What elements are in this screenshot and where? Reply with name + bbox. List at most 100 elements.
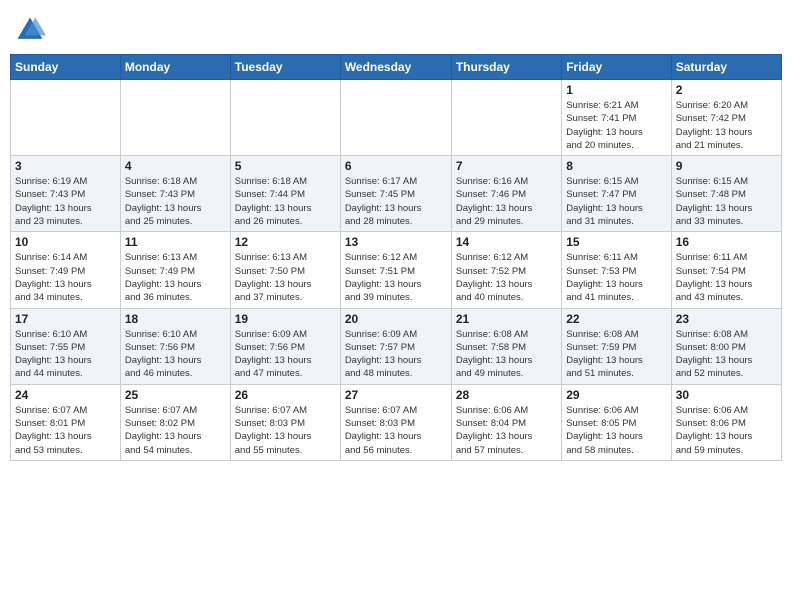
calendar-table: SundayMondayTuesdayWednesdayThursdayFrid… bbox=[10, 54, 782, 461]
day-number: 14 bbox=[456, 235, 557, 249]
calendar-cell: 20Sunrise: 6:09 AM Sunset: 7:57 PM Dayli… bbox=[340, 308, 451, 384]
calendar-cell bbox=[11, 80, 121, 156]
day-info: Sunrise: 6:11 AM Sunset: 7:54 PM Dayligh… bbox=[676, 251, 777, 304]
day-number: 27 bbox=[345, 388, 447, 402]
calendar-cell: 23 Sunrise: 6:08 AM Sunset: 8:00 PM Dayli… bbox=[671, 308, 781, 384]
day-number: 15 bbox=[566, 235, 666, 249]
day-info: Sunrise: 6:08 AM Sunset: 8:00 PM Dayligh… bbox=[676, 328, 777, 381]
day-info: Sunrise: 6:06 AM Sunset: 8:05 PM Dayligh… bbox=[566, 404, 666, 457]
day-number: 6 bbox=[345, 159, 447, 173]
day-number: 7 bbox=[456, 159, 557, 173]
calendar-cell bbox=[230, 80, 340, 156]
day-number: 23 bbox=[676, 312, 777, 326]
day-info: Sunrise: 6:19 AM Sunset: 7:43 PM Dayligh… bbox=[15, 175, 116, 228]
day-info: Sunrise: 6:13 AM Sunset: 7:49 PM Dayligh… bbox=[125, 251, 226, 304]
day-info: Sunrise: 6:07 AM Sunset: 8:01 PM Dayligh… bbox=[15, 404, 116, 457]
calendar-cell: 30 Sunrise: 6:06 AM Sunset: 8:06 PM Dayli… bbox=[671, 384, 781, 460]
calendar-cell: 16 Sunrise: 6:11 AM Sunset: 7:54 PM Dayli… bbox=[671, 232, 781, 308]
weekday-header-monday: Monday bbox=[120, 55, 230, 80]
day-number: 11 bbox=[125, 235, 226, 249]
weekday-header-sunday: Sunday bbox=[11, 55, 121, 80]
calendar-cell: 1Sunrise: 6:21 AM Sunset: 7:41 PM Daylig… bbox=[562, 80, 671, 156]
calendar-cell: 3Sunrise: 6:19 AM Sunset: 7:43 PM Daylig… bbox=[11, 156, 121, 232]
day-number: 2 bbox=[676, 83, 777, 97]
day-info: Sunrise: 6:16 AM Sunset: 7:46 PM Dayligh… bbox=[456, 175, 557, 228]
calendar-cell: 25Sunrise: 6:07 AM Sunset: 8:02 PM Dayli… bbox=[120, 384, 230, 460]
day-number: 24 bbox=[15, 388, 116, 402]
day-number: 9 bbox=[676, 159, 777, 173]
weekday-header-row: SundayMondayTuesdayWednesdayThursdayFrid… bbox=[11, 55, 782, 80]
day-number: 19 bbox=[235, 312, 336, 326]
calendar-cell: 19 Sunrise: 6:09 AM Sunset: 7:56 PM Dayli… bbox=[230, 308, 340, 384]
day-info: Sunrise: 6:06 AM Sunset: 8:06 PM Dayligh… bbox=[676, 404, 777, 457]
day-number: 30 bbox=[676, 388, 777, 402]
weekday-header-wednesday: Wednesday bbox=[340, 55, 451, 80]
calendar-cell: 8 Sunrise: 6:15 AM Sunset: 7:47 PM Daylig… bbox=[562, 156, 671, 232]
day-info: Sunrise: 6:08 AM Sunset: 7:58 PM Dayligh… bbox=[456, 328, 557, 381]
day-info: Sunrise: 6:11 AM Sunset: 7:53 PM Dayligh… bbox=[566, 251, 666, 304]
day-info: Sunrise: 6:15 AM Sunset: 7:48 PM Dayligh… bbox=[676, 175, 777, 228]
day-number: 18 bbox=[125, 312, 226, 326]
calendar-cell: 15 Sunrise: 6:11 AM Sunset: 7:53 PM Dayli… bbox=[562, 232, 671, 308]
calendar-cell: 12 Sunrise: 6:13 AM Sunset: 7:50 PM Dayli… bbox=[230, 232, 340, 308]
day-number: 25 bbox=[125, 388, 226, 402]
day-info: Sunrise: 6:12 AM Sunset: 7:51 PM Dayligh… bbox=[345, 251, 447, 304]
calendar-week-5: 24 Sunrise: 6:07 AM Sunset: 8:01 PM Dayli… bbox=[11, 384, 782, 460]
day-info: Sunrise: 6:17 AM Sunset: 7:45 PM Dayligh… bbox=[345, 175, 447, 228]
day-number: 16 bbox=[676, 235, 777, 249]
day-number: 12 bbox=[235, 235, 336, 249]
day-info: Sunrise: 6:07 AM Sunset: 8:03 PM Dayligh… bbox=[345, 404, 447, 457]
day-number: 28 bbox=[456, 388, 557, 402]
day-info: Sunrise: 6:21 AM Sunset: 7:41 PM Dayligh… bbox=[566, 99, 666, 152]
day-number: 21 bbox=[456, 312, 557, 326]
day-info: Sunrise: 6:18 AM Sunset: 7:44 PM Dayligh… bbox=[235, 175, 336, 228]
day-number: 5 bbox=[235, 159, 336, 173]
calendar-cell: 27 Sunrise: 6:07 AM Sunset: 8:03 PM Dayli… bbox=[340, 384, 451, 460]
day-number: 29 bbox=[566, 388, 666, 402]
page-header bbox=[10, 10, 782, 46]
calendar-cell: 9 Sunrise: 6:15 AM Sunset: 7:48 PM Daylig… bbox=[671, 156, 781, 232]
calendar-cell: 6 Sunrise: 6:17 AM Sunset: 7:45 PM Daylig… bbox=[340, 156, 451, 232]
calendar-cell: 24 Sunrise: 6:07 AM Sunset: 8:01 PM Dayli… bbox=[11, 384, 121, 460]
calendar-cell: 22 Sunrise: 6:08 AM Sunset: 7:59 PM Dayli… bbox=[562, 308, 671, 384]
calendar-week-3: 10 Sunrise: 6:14 AM Sunset: 7:49 PM Dayli… bbox=[11, 232, 782, 308]
weekday-header-friday: Friday bbox=[562, 55, 671, 80]
weekday-header-saturday: Saturday bbox=[671, 55, 781, 80]
day-info: Sunrise: 6:08 AM Sunset: 7:59 PM Dayligh… bbox=[566, 328, 666, 381]
calendar-cell bbox=[120, 80, 230, 156]
calendar-cell: 18 Sunrise: 6:10 AM Sunset: 7:56 PM Dayli… bbox=[120, 308, 230, 384]
calendar-cell: 5 Sunrise: 6:18 AM Sunset: 7:44 PM Daylig… bbox=[230, 156, 340, 232]
weekday-header-tuesday: Tuesday bbox=[230, 55, 340, 80]
calendar-cell: 28 Sunrise: 6:06 AM Sunset: 8:04 PM Dayli… bbox=[451, 384, 561, 460]
calendar-cell: 26Sunrise: 6:07 AM Sunset: 8:03 PM Dayli… bbox=[230, 384, 340, 460]
calendar-body: 1Sunrise: 6:21 AM Sunset: 7:41 PM Daylig… bbox=[11, 80, 782, 461]
weekday-header-thursday: Thursday bbox=[451, 55, 561, 80]
day-info: Sunrise: 6:14 AM Sunset: 7:49 PM Dayligh… bbox=[15, 251, 116, 304]
calendar-cell: 29 Sunrise: 6:06 AM Sunset: 8:05 PM Dayli… bbox=[562, 384, 671, 460]
day-number: 4 bbox=[125, 159, 226, 173]
day-number: 10 bbox=[15, 235, 116, 249]
calendar-cell: 17Sunrise: 6:10 AM Sunset: 7:55 PM Dayli… bbox=[11, 308, 121, 384]
calendar-cell: 21 Sunrise: 6:08 AM Sunset: 7:58 PM Dayli… bbox=[451, 308, 561, 384]
day-info: Sunrise: 6:13 AM Sunset: 7:50 PM Dayligh… bbox=[235, 251, 336, 304]
day-number: 8 bbox=[566, 159, 666, 173]
calendar-cell bbox=[451, 80, 561, 156]
calendar-cell: 13Sunrise: 6:12 AM Sunset: 7:51 PM Dayli… bbox=[340, 232, 451, 308]
logo bbox=[14, 14, 50, 46]
day-info: Sunrise: 6:06 AM Sunset: 8:04 PM Dayligh… bbox=[456, 404, 557, 457]
calendar-cell: 11 Sunrise: 6:13 AM Sunset: 7:49 PM Dayli… bbox=[120, 232, 230, 308]
day-info: Sunrise: 6:12 AM Sunset: 7:52 PM Dayligh… bbox=[456, 251, 557, 304]
day-info: Sunrise: 6:15 AM Sunset: 7:47 PM Dayligh… bbox=[566, 175, 666, 228]
calendar-week-1: 1Sunrise: 6:21 AM Sunset: 7:41 PM Daylig… bbox=[11, 80, 782, 156]
day-number: 26 bbox=[235, 388, 336, 402]
calendar-cell: 14 Sunrise: 6:12 AM Sunset: 7:52 PM Dayli… bbox=[451, 232, 561, 308]
calendar-header: SundayMondayTuesdayWednesdayThursdayFrid… bbox=[11, 55, 782, 80]
day-info: Sunrise: 6:09 AM Sunset: 7:56 PM Dayligh… bbox=[235, 328, 336, 381]
day-number: 22 bbox=[566, 312, 666, 326]
calendar-week-2: 3Sunrise: 6:19 AM Sunset: 7:43 PM Daylig… bbox=[11, 156, 782, 232]
calendar-cell bbox=[340, 80, 451, 156]
day-info: Sunrise: 6:10 AM Sunset: 7:56 PM Dayligh… bbox=[125, 328, 226, 381]
calendar-cell: 7 Sunrise: 6:16 AM Sunset: 7:46 PM Daylig… bbox=[451, 156, 561, 232]
calendar-cell: 10 Sunrise: 6:14 AM Sunset: 7:49 PM Dayli… bbox=[11, 232, 121, 308]
day-number: 17 bbox=[15, 312, 116, 326]
